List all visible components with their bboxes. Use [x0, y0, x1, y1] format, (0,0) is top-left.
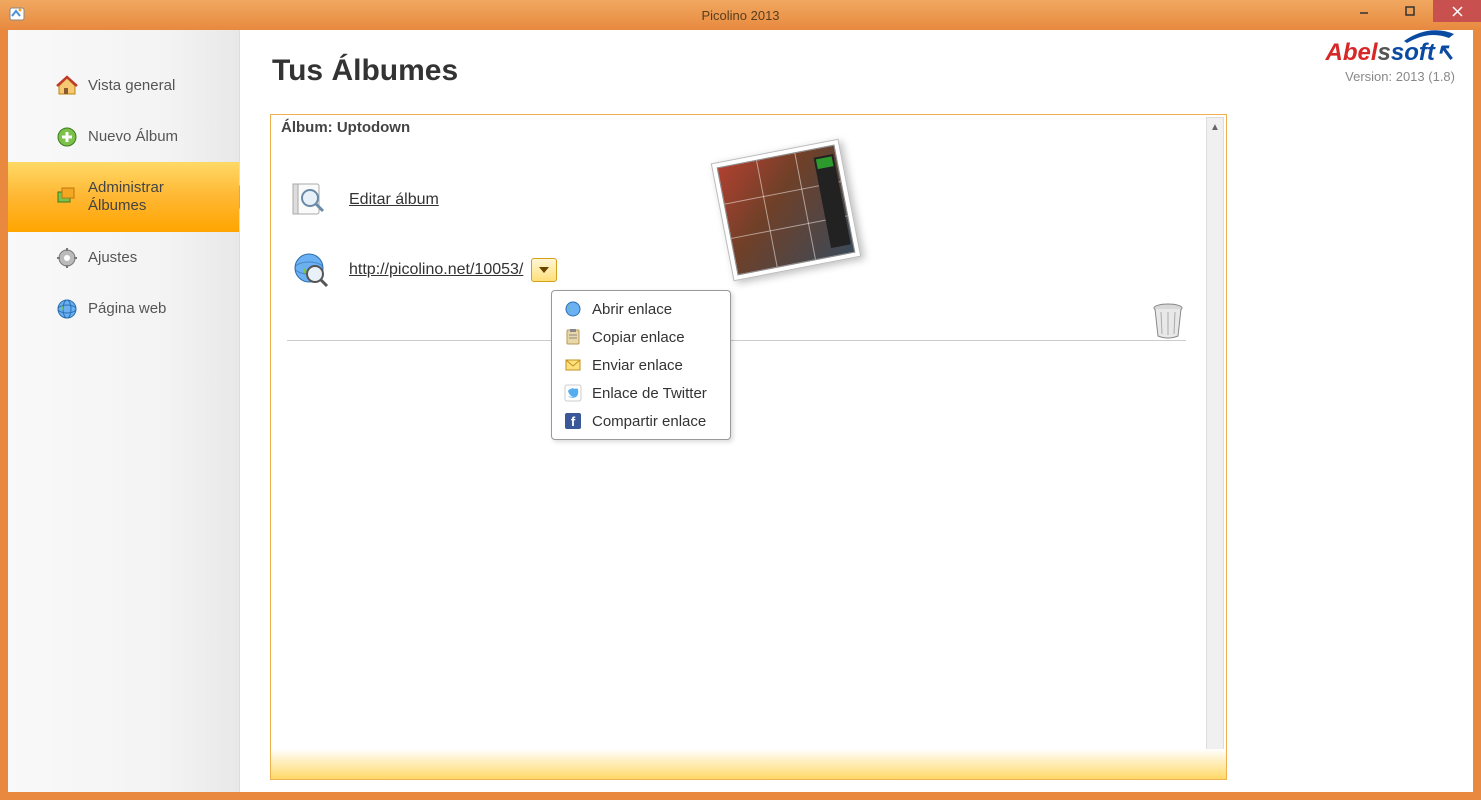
album-header: Álbum: Uptodown	[271, 115, 1226, 140]
maximize-button[interactable]	[1387, 0, 1433, 22]
twitter-icon	[564, 384, 582, 402]
window-controls	[1341, 0, 1481, 22]
app-icon	[8, 5, 28, 25]
main: Abelssoft↖ Version: 2013 (1.8) Tus Álbum…	[240, 30, 1473, 792]
titlebar: Picolino 2013	[0, 0, 1481, 30]
albums-icon	[56, 186, 78, 208]
menu-item-label: Compartir enlace	[592, 413, 706, 430]
sidebar-item-label: AdministrarÁlbumes	[88, 179, 164, 215]
mail-icon	[564, 356, 582, 374]
clipboard-icon	[564, 328, 582, 346]
bottom-gradient	[271, 749, 1226, 779]
edit-album-link[interactable]: Editar álbum	[349, 191, 439, 209]
gear-icon	[56, 247, 78, 269]
globe-icon	[564, 300, 582, 318]
sidebar-item-webpage[interactable]: Página web	[8, 283, 239, 334]
menu-item-twitter-link[interactable]: Enlace de Twitter	[552, 379, 730, 407]
home-icon	[56, 75, 78, 97]
svg-text:f: f	[571, 414, 576, 429]
magnifier-page-icon	[291, 180, 331, 220]
thumbnail-image	[717, 145, 856, 276]
menu-item-label: Copiar enlace	[592, 329, 685, 346]
logo-swoosh-icon	[1399, 26, 1459, 46]
menu-item-label: Enlace de Twitter	[592, 385, 707, 402]
content: Vista general Nuevo Álbum AdministrarÁlb…	[8, 30, 1473, 792]
sidebar-item-label: Página web	[88, 300, 166, 317]
globe-icon	[56, 298, 78, 320]
sidebar-item-overview[interactable]: Vista general	[8, 60, 239, 111]
facebook-icon: f	[564, 412, 582, 430]
plus-icon	[56, 126, 78, 148]
sidebar-item-label: Nuevo Álbum	[88, 128, 178, 145]
sidebar-item-settings[interactable]: Ajustes	[8, 232, 239, 283]
album-body: Editar álbum http://picolino.net/10053/ …	[271, 140, 1226, 290]
url-dropdown-button[interactable]	[531, 258, 557, 282]
scroll-up-arrow-icon[interactable]: ▲	[1207, 118, 1223, 136]
sidebar-item-manage-albums[interactable]: AdministrarÁlbumes	[8, 162, 239, 232]
trash-icon	[1150, 300, 1186, 340]
sidebar: Vista general Nuevo Álbum AdministrarÁlb…	[8, 30, 240, 792]
album-url-link[interactable]: http://picolino.net/10053/	[349, 261, 523, 279]
sidebar-item-label: Ajustes	[88, 249, 137, 266]
menu-item-copy-link[interactable]: Copiar enlace	[552, 323, 730, 351]
window-title: Picolino 2013	[701, 8, 779, 23]
minimize-button[interactable]	[1341, 0, 1387, 22]
globe-magnifier-icon	[291, 250, 331, 290]
menu-item-label: Abrir enlace	[592, 301, 672, 318]
menu-item-send-link[interactable]: Enviar enlace	[552, 351, 730, 379]
menu-item-open-link[interactable]: Abrir enlace	[552, 295, 730, 323]
delete-album-button[interactable]	[1150, 300, 1186, 340]
sidebar-item-new-album[interactable]: Nuevo Álbum	[8, 111, 239, 162]
sidebar-item-label: Vista general	[88, 77, 175, 94]
chevron-down-icon	[539, 267, 549, 273]
divider	[287, 340, 1186, 341]
close-button[interactable]	[1433, 0, 1481, 22]
page-title: Tus Álbumes	[272, 54, 1473, 88]
menu-item-label: Enviar enlace	[592, 357, 683, 374]
version-label: Version: 2013 (1.8)	[1326, 69, 1455, 84]
menu-item-share-link[interactable]: f Compartir enlace	[552, 407, 730, 435]
album-panel: Álbum: Uptodown ▲ ▼ Editar álbum http://…	[270, 114, 1227, 780]
url-dropdown-menu: Abrir enlace Copiar enlace Enviar enlace…	[551, 290, 731, 440]
brand-logo: Abelssoft↖ Version: 2013 (1.8)	[1326, 38, 1455, 84]
album-thumbnail[interactable]	[711, 139, 862, 282]
